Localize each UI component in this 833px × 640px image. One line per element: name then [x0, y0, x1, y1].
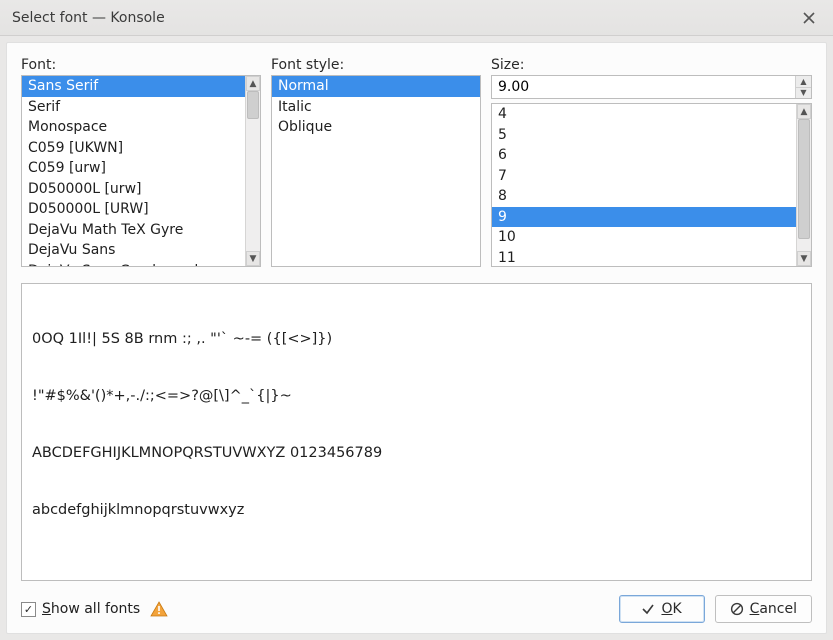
font-scrollbar[interactable]: ▲ ▼ [245, 76, 260, 266]
preview-line: abcdefghijklmnopqrstuvwxyz [32, 501, 801, 520]
list-item[interactable]: Monospace [22, 117, 245, 138]
spin-up-icon[interactable]: ▲ [796, 76, 811, 88]
ok-button[interactable]: OK [619, 595, 705, 623]
close-icon [802, 11, 816, 25]
font-preview: 0OQ 1Il!| 5S 8B rnm :; ,. "'` ~-= ({[<>]… [21, 283, 812, 581]
close-button[interactable] [797, 6, 821, 30]
columns: Font: Sans SerifSerifMonospaceC059 [UKWN… [21, 57, 812, 267]
size-spin-buttons[interactable]: ▲ ▼ [795, 76, 811, 98]
list-item[interactable]: Normal [272, 76, 480, 97]
button-row: OK Cancel [619, 595, 812, 623]
list-item[interactable]: 10 [492, 227, 796, 248]
scroll-thumb[interactable] [247, 91, 259, 119]
list-item[interactable]: Sans Serif [22, 76, 245, 97]
size-label: Size: [491, 57, 812, 73]
cancel-icon [730, 602, 744, 616]
size-column: Size: ▲ ▼ 456789101112 ▲ ▼ [491, 57, 812, 267]
show-all-fonts-checkbox[interactable]: ✓ Show all fonts [21, 601, 140, 617]
cancel-label: Cancel [750, 601, 797, 617]
style-items: NormalItalicOblique [272, 76, 480, 266]
checkbox-icon: ✓ [21, 602, 36, 617]
list-item[interactable]: D050000L [URW] [22, 199, 245, 220]
size-scrollbar[interactable]: ▲ ▼ [796, 104, 811, 266]
scroll-down-icon[interactable]: ▼ [797, 251, 811, 266]
scroll-track[interactable] [797, 119, 811, 251]
scroll-track[interactable] [246, 91, 260, 251]
style-column: Font style: NormalItalicOblique [271, 57, 481, 267]
preview-line: 0OQ 1Il!| 5S 8B rnm :; ,. "'` ~-= ({[<>]… [32, 330, 801, 349]
font-column: Font: Sans SerifSerifMonospaceC059 [UKWN… [21, 57, 261, 267]
font-listbox[interactable]: Sans SerifSerifMonospaceC059 [UKWN]C059 … [21, 75, 261, 267]
size-input[interactable] [492, 76, 795, 98]
spin-down-icon[interactable]: ▼ [796, 88, 811, 99]
cancel-button[interactable]: Cancel [715, 595, 812, 623]
list-item[interactable]: DejaVu Sans Condensed [22, 261, 245, 267]
size-spinbox[interactable]: ▲ ▼ [491, 75, 812, 99]
preview-line: !"#$%&'()*+,-./:;<=>?@[\]^_`{|}~ [32, 387, 801, 406]
size-listbox[interactable]: 456789101112 ▲ ▼ [491, 103, 812, 267]
list-item[interactable]: 8 [492, 186, 796, 207]
style-listbox[interactable]: NormalItalicOblique [271, 75, 481, 267]
scroll-up-icon[interactable]: ▲ [797, 104, 811, 119]
list-item[interactable]: 7 [492, 166, 796, 187]
warning-icon [150, 601, 168, 617]
check-icon [641, 602, 655, 616]
list-item[interactable]: 6 [492, 145, 796, 166]
checkbox-label: Show all fonts [42, 601, 140, 617]
font-items: Sans SerifSerifMonospaceC059 [UKWN]C059 … [22, 76, 245, 266]
titlebar: Select font — Konsole [0, 0, 833, 36]
dialog-body: Font: Sans SerifSerifMonospaceC059 [UKWN… [6, 42, 827, 634]
scroll-thumb[interactable] [798, 119, 810, 239]
list-item[interactable]: Italic [272, 97, 480, 118]
list-item[interactable]: 4 [492, 104, 796, 125]
window-title: Select font — Konsole [12, 10, 797, 26]
list-item[interactable]: 5 [492, 125, 796, 146]
preview-line: ABCDEFGHIJKLMNOPQRSTUVWXYZ 0123456789 [32, 444, 801, 463]
scroll-down-icon[interactable]: ▼ [246, 251, 260, 266]
style-label: Font style: [271, 57, 481, 73]
list-item[interactable]: C059 [urw] [22, 158, 245, 179]
list-item[interactable]: C059 [UKWN] [22, 138, 245, 159]
list-item[interactable]: Serif [22, 97, 245, 118]
font-label: Font: [21, 57, 261, 73]
list-item[interactable]: DejaVu Math TeX Gyre [22, 220, 245, 241]
scroll-up-icon[interactable]: ▲ [246, 76, 260, 91]
list-item[interactable]: 11 [492, 248, 796, 267]
ok-label: OK [661, 601, 681, 617]
size-items: 456789101112 [492, 104, 796, 266]
list-item[interactable]: 9 [492, 207, 796, 228]
list-item[interactable]: D050000L [urw] [22, 179, 245, 200]
list-item[interactable]: Oblique [272, 117, 480, 138]
list-item[interactable]: DejaVu Sans [22, 240, 245, 261]
bottom-bar: ✓ Show all fonts OK Ca [21, 595, 812, 623]
